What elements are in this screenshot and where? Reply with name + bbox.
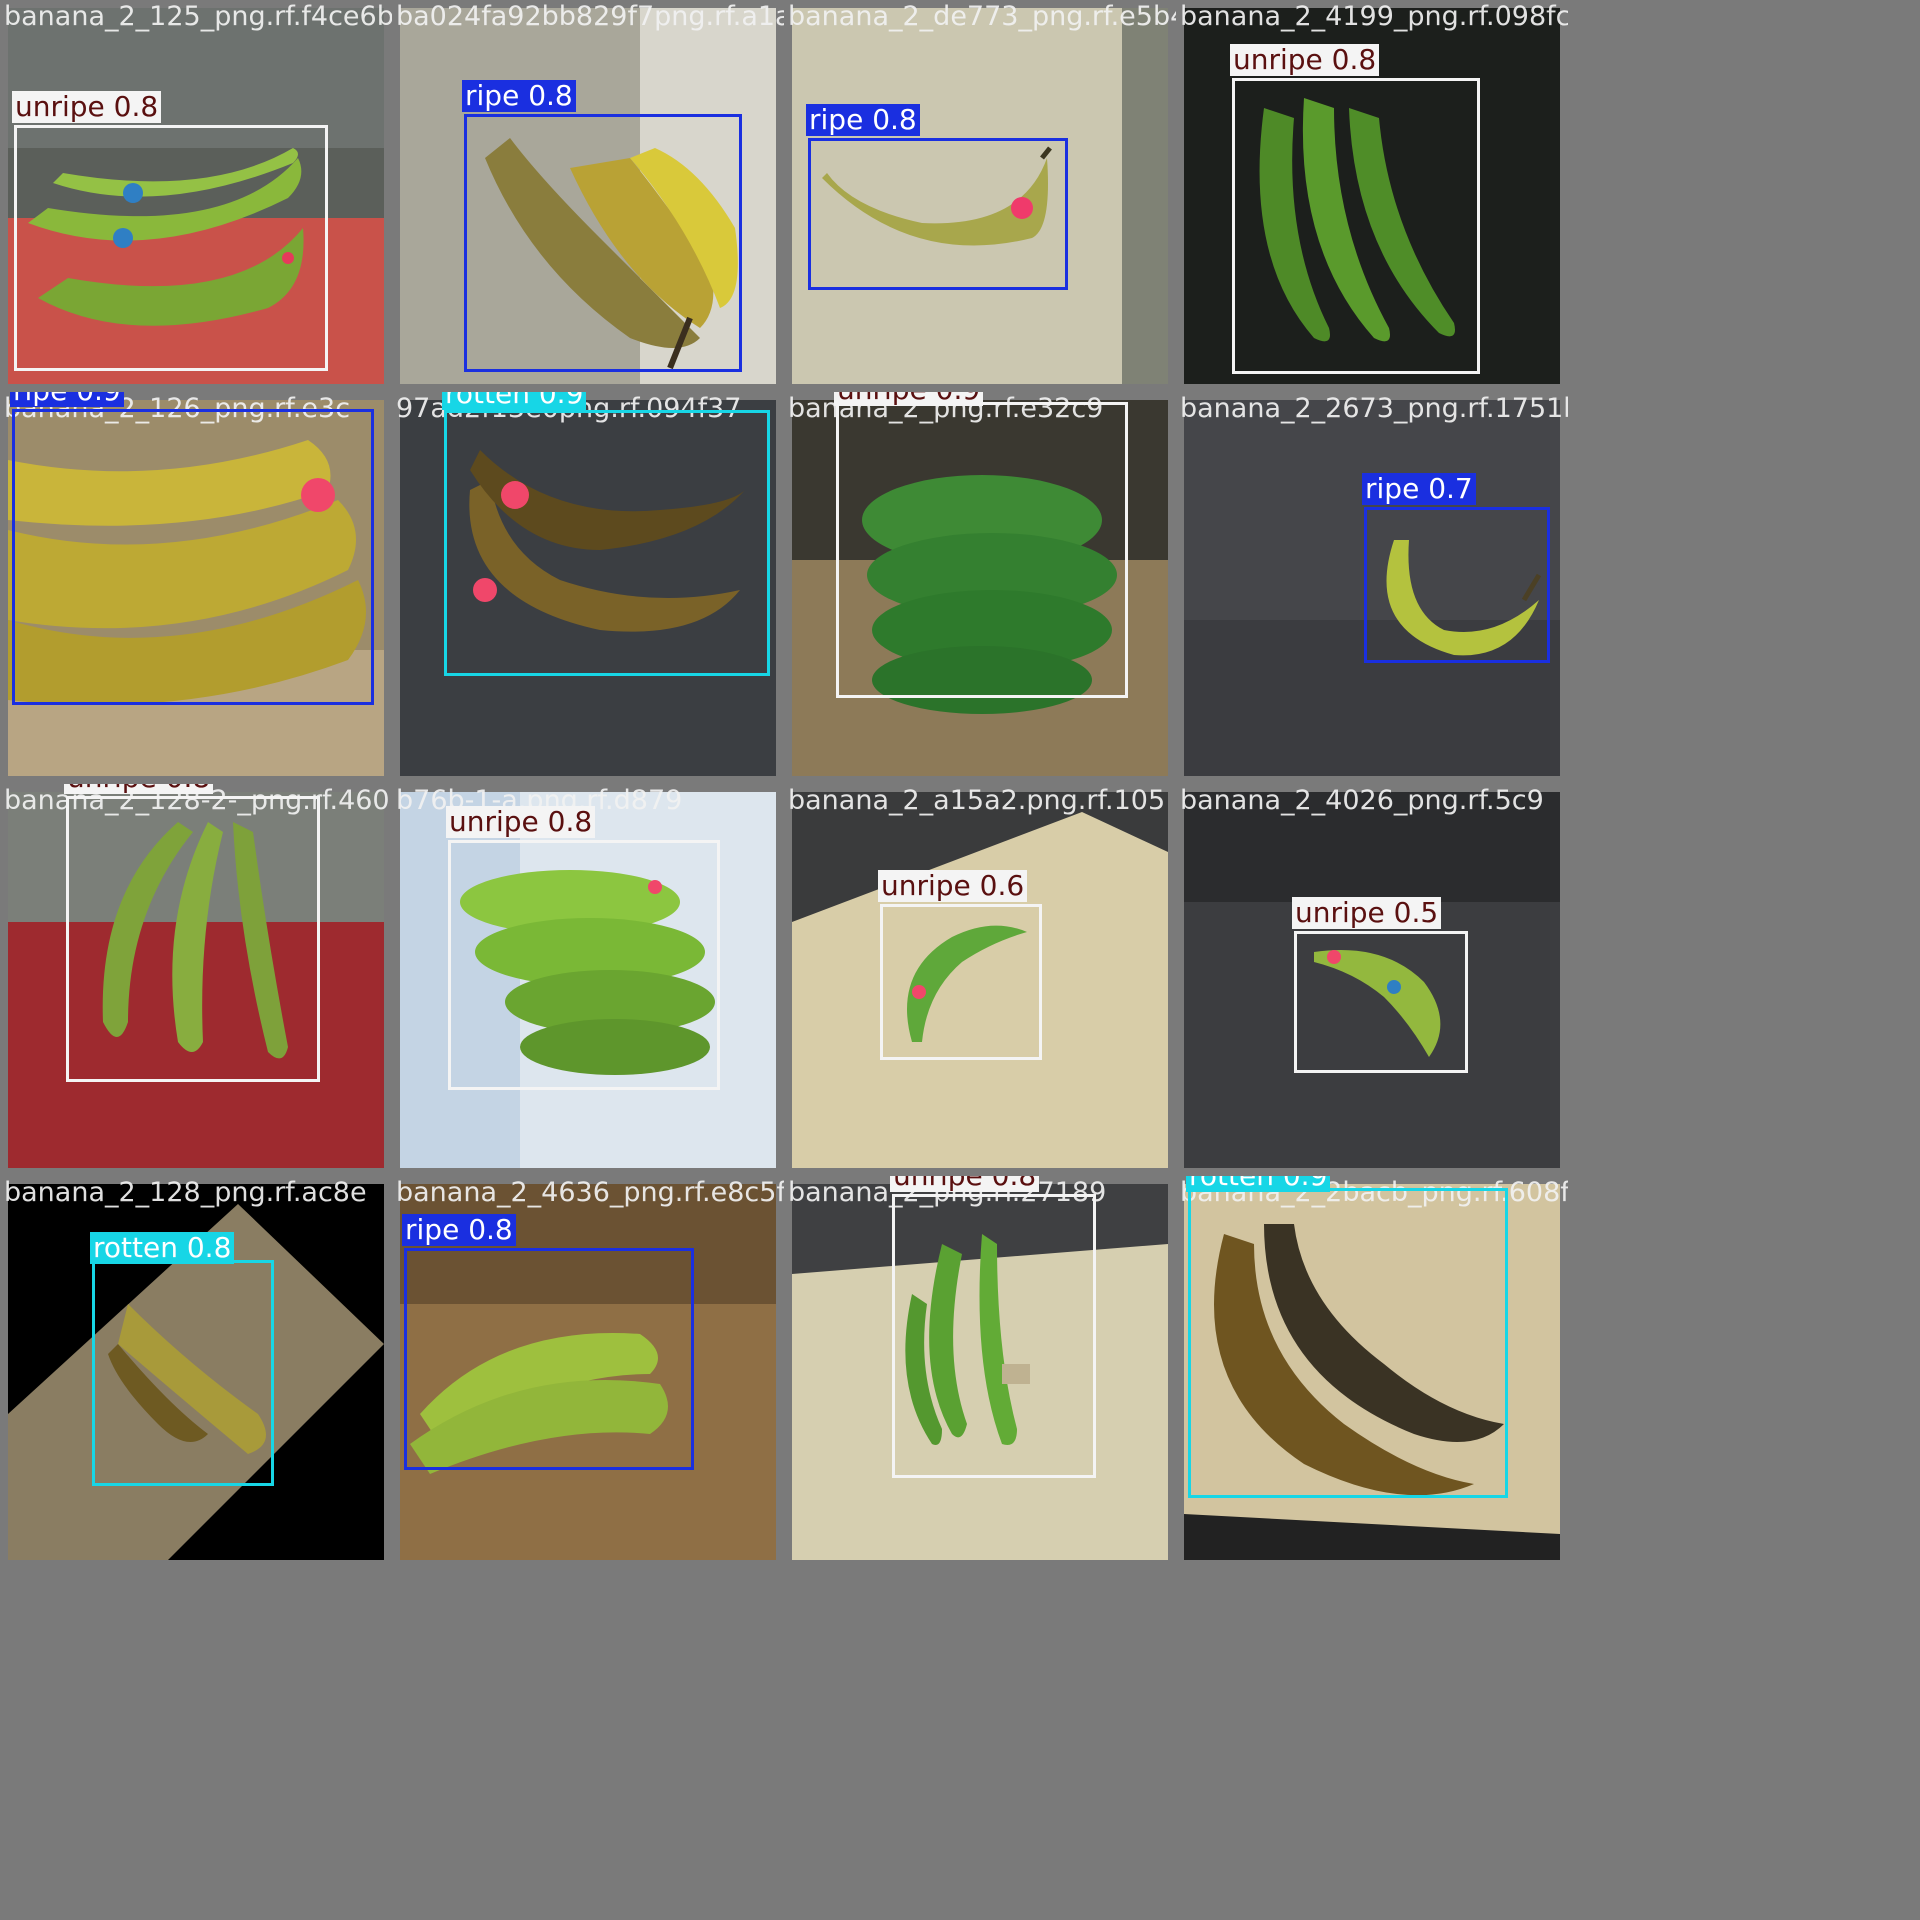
- image-tile: banana_2_png.rf.e32c9 unripe 0.9: [784, 392, 1176, 784]
- image-tile: banana_2_2bacb_png.rf.608f4 rotten 0.9: [1176, 1176, 1568, 1568]
- bounding-box: [92, 1260, 274, 1486]
- detection-label: ripe 0.8: [402, 1214, 516, 1246]
- bounding-box: [836, 402, 1128, 698]
- image-tile: banana_2_128-2-_png.rf.460 unripe 0.8: [0, 784, 392, 1176]
- bounding-box: [1364, 507, 1550, 663]
- detection-label: ripe 0.8: [806, 104, 920, 136]
- image-tile: b76b-1-a.png.rf.d879 unripe 0.8: [392, 784, 784, 1176]
- bounding-box: [12, 409, 374, 705]
- image-tile: banana_2_de773_png.rf.e5b4a ripe 0.8: [784, 0, 1176, 392]
- image-tile: banana_2_2673_png.rf.1751b ripe 0.7: [1176, 392, 1568, 784]
- image-tile: banana_2_125_png.rf.f4ce6b unripe 0.8: [0, 0, 392, 392]
- detection-label: unripe 0.9: [834, 392, 984, 406]
- bounding-box: [444, 410, 770, 676]
- bounding-box: [880, 904, 1042, 1060]
- bounding-box: [1188, 1188, 1508, 1498]
- image-tile: 97ad2f13e0png.rf.094f37 rotten 0.9: [392, 392, 784, 784]
- detection-label: unripe 0.8: [64, 784, 214, 794]
- bounding-box: [404, 1248, 694, 1470]
- bounding-box: [808, 138, 1068, 290]
- detection-label: rotten 0.8: [90, 1232, 235, 1264]
- detection-label: unripe 0.5: [1292, 897, 1442, 929]
- image-tile: banana_2_png.rf.27189 unripe 0.8: [784, 1176, 1176, 1568]
- detection-label: ripe 0.7: [1362, 473, 1476, 505]
- image-tile: banana_2_4636_png.rf.e8c5f ripe 0.8: [392, 1176, 784, 1568]
- image-tile: banana_2_4199_png.rf.098fc unripe 0.8: [1176, 0, 1568, 392]
- detection-grid: banana_2_125_png.rf.f4ce6b unripe 0.8 ba…: [0, 0, 1568, 1568]
- image-tile: ba024fa92bb829f7png.rf.a1a100 ripe 0.8: [392, 0, 784, 392]
- bounding-box: [892, 1194, 1096, 1478]
- detection-label: rotten 0.9: [1186, 1176, 1331, 1192]
- image-tile: banana_2_128_png.rf.ac8e rotten 0.8: [0, 1176, 392, 1568]
- image-tile: banana_2_126_png.rf.e3c ripe 0.9: [0, 392, 392, 784]
- image-tile: banana_2_a15a2.png.rf.105 unripe 0.6: [784, 784, 1176, 1176]
- bounding-box: [14, 125, 328, 371]
- detection-label: rotten 0.9: [442, 392, 587, 410]
- detection-label: ripe 0.8: [462, 80, 576, 112]
- bounding-box: [448, 840, 720, 1090]
- detection-label: ripe 0.9: [10, 392, 124, 407]
- detection-label: unripe 0.8: [12, 91, 162, 123]
- bounding-box: [66, 796, 320, 1082]
- bounding-box: [464, 114, 742, 372]
- bounding-box: [1232, 78, 1480, 374]
- detection-label: unripe 0.8: [890, 1176, 1040, 1192]
- detection-label: unripe 0.6: [878, 870, 1028, 902]
- detection-label: unripe 0.8: [1230, 44, 1380, 76]
- bounding-box: [1294, 931, 1468, 1073]
- image-tile: banana_2_4026_png.rf.5c9 unripe 0.5: [1176, 784, 1568, 1176]
- detection-label: unripe 0.8: [446, 806, 596, 838]
